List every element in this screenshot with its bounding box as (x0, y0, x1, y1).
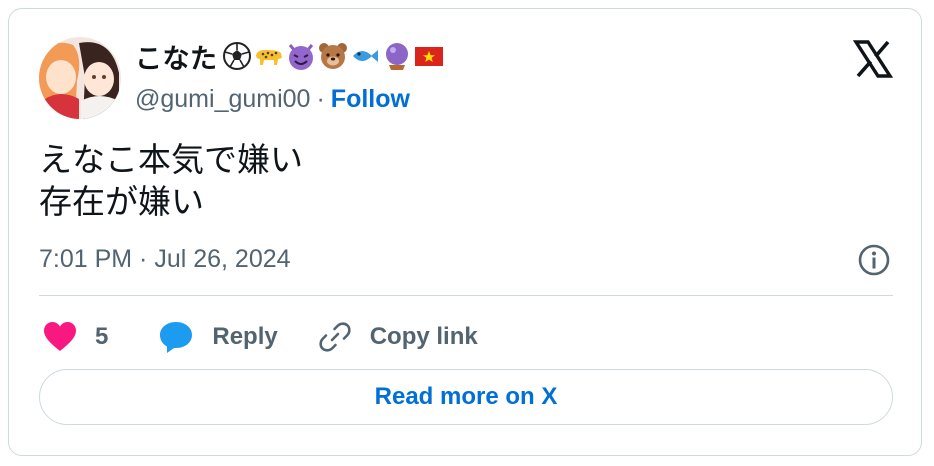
reply-bubble-icon (160, 322, 193, 353)
read-more-label: Read more on X (374, 383, 558, 410)
author-handle[interactable]: @gumi_gumi00 (135, 85, 310, 114)
follow-link[interactable]: Follow (331, 85, 410, 114)
read-more-button[interactable]: Read more on X (39, 369, 893, 425)
vietnam-flag-icon (414, 47, 443, 66)
copy-link-button[interactable]: Copy link (318, 320, 478, 354)
tweet-timestamp[interactable]: 7:01 PM · Jul 26, 2024 (39, 245, 291, 274)
separator-dot: · (316, 85, 325, 113)
x-logo-icon[interactable] (853, 39, 893, 79)
like-count: 5 (95, 323, 109, 350)
bear-icon (318, 43, 347, 69)
author-handle-row: @gumi_gumi00 · Follow (135, 85, 410, 114)
fish-icon (352, 50, 378, 62)
tweet-card: こなた @gumi_gumi00 · Follow えなこ本気で嫌い 存在が嫌い… (8, 8, 922, 456)
author-name-row[interactable]: こなた (135, 37, 444, 76)
copy-link-label: Copy link (369, 323, 478, 350)
tweet-text-line: 存在が嫌い (39, 182, 204, 221)
tweet-text-line: えなこ本気で嫌い (39, 140, 303, 179)
soccer-ball-icon (222, 42, 251, 70)
link-icon (319, 322, 351, 352)
info-icon[interactable] (857, 243, 891, 277)
leopard-icon (255, 49, 282, 65)
smiling-devil-icon (288, 44, 313, 70)
divider (39, 295, 893, 296)
reply-label: Reply (212, 323, 278, 350)
reply-button[interactable]: Reply (158, 320, 278, 354)
crystal-ball-icon (385, 43, 408, 70)
tweet-text: えなこ本気で嫌い 存在が嫌い (39, 139, 303, 223)
avatar[interactable] (39, 37, 121, 119)
action-bar: 5 Reply Copy link (43, 315, 478, 359)
heart-icon (44, 322, 76, 351)
author-display-name[interactable]: こなた (135, 37, 218, 76)
like-button[interactable]: 5 (43, 321, 108, 353)
